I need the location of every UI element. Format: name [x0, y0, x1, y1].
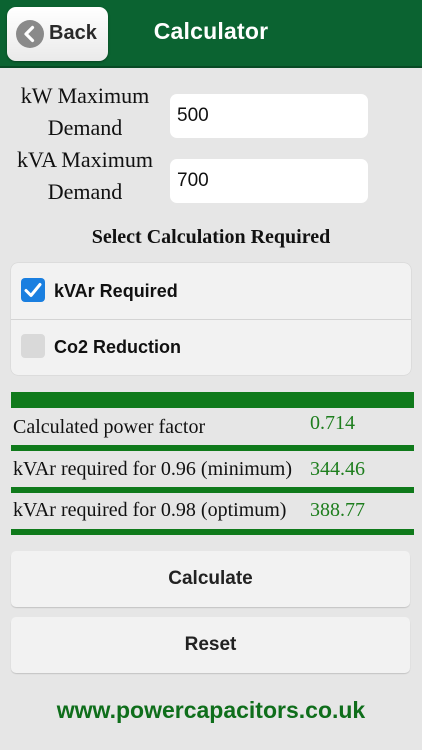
kw-demand-input[interactable] — [170, 94, 368, 138]
kw-demand-label: kW Maximum Demand — [10, 80, 160, 144]
calculation-options: kVAr Required Co2 Reduction — [11, 263, 411, 375]
option-co2-reduction[interactable]: Co2 Reduction — [11, 319, 411, 375]
calculate-button[interactable]: Calculate — [11, 551, 410, 607]
result-divider — [11, 529, 414, 535]
results-top-divider — [11, 392, 414, 408]
option-label: kVAr Required — [54, 281, 178, 301]
result-power-factor-label: Calculated power factor — [13, 416, 206, 438]
result-kvar-minimum-label: kVAr required for 0.96 (minimum) — [13, 458, 293, 480]
checkbox-unchecked-icon[interactable] — [21, 334, 45, 358]
result-divider — [11, 487, 414, 493]
option-kvar-required[interactable]: kVAr Required — [11, 263, 411, 320]
option-label: Co2 Reduction — [54, 337, 182, 357]
result-kvar-optimum-value: 388.77 — [310, 499, 365, 521]
website-link[interactable]: www.powercapacitors.co.uk — [0, 697, 422, 724]
page-title: Calculator — [153, 18, 269, 44]
section-title: Select Calculation Required — [91, 226, 331, 248]
kw-demand-label-line2: Demand — [47, 115, 123, 140]
kva-demand-label-line1: kVA Maximum — [17, 147, 153, 172]
result-divider — [11, 445, 414, 451]
kw-demand-label-line1: kW Maximum — [20, 83, 150, 108]
kva-demand-label: kVA Maximum Demand — [10, 144, 160, 208]
checkbox-checked-icon[interactable] — [21, 278, 45, 302]
header-bar: Back Calculator — [0, 0, 422, 68]
result-kvar-optimum-label: kVAr required for 0.98 (optimum) — [13, 499, 287, 521]
reset-button[interactable]: Reset — [11, 617, 410, 673]
result-power-factor-value: 0.714 — [310, 412, 355, 434]
kva-demand-input[interactable] — [170, 159, 368, 203]
kva-demand-label-line2: Demand — [47, 179, 123, 204]
result-kvar-minimum-value: 344.46 — [310, 458, 365, 480]
